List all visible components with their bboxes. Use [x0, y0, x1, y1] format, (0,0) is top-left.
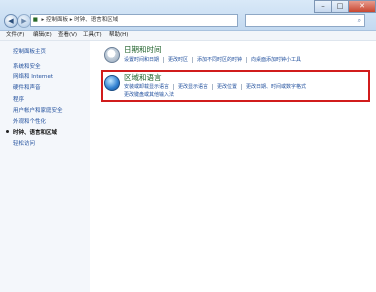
link-install-display-language[interactable]: 安装或卸载显示语言: [124, 83, 169, 90]
menu-file[interactable]: 文件(F): [6, 31, 24, 40]
close-button[interactable]: ✕: [348, 0, 376, 13]
sidebar-item-appearance[interactable]: 外观和个性化: [13, 117, 46, 125]
title-bar: ◀ ▶ ■ ▸ 控制面板 ▸ 时钟、语言和区域 ⌕ – □ ✕: [0, 0, 376, 31]
menu-help[interactable]: 帮助(H): [109, 31, 128, 40]
link-change-date-time-number-format[interactable]: 更改日期、时间或数字格式: [246, 83, 306, 90]
sidebar-item-home[interactable]: 控制面板主页: [13, 47, 46, 55]
link-change-keyboard-input[interactable]: 更改键盘或其他输入法: [124, 91, 174, 98]
link-change-location[interactable]: 更改位置: [217, 83, 237, 90]
minimize-button[interactable]: –: [314, 0, 332, 13]
link-add-clocks[interactable]: 添加不同时区的时钟: [197, 56, 242, 63]
link-change-display-language[interactable]: 更改显示语言: [178, 83, 208, 90]
sidebar-item-programs[interactable]: 程序: [13, 95, 24, 103]
menu-tools[interactable]: 工具(T): [83, 31, 102, 40]
clock-icon: [104, 47, 120, 63]
sidebar: 控制面板主页 系统和安全 网络和 Internet 硬件和声音 程序 用户帐户和…: [0, 41, 90, 292]
region-links-row1: 安装或卸载显示语言 更改显示语言 更改位置 更改日期、时间或数字格式: [124, 83, 306, 90]
maximize-button[interactable]: □: [331, 0, 349, 13]
menu-view[interactable]: 查看(V): [58, 31, 77, 40]
sidebar-item-system-security[interactable]: 系统和安全: [13, 62, 41, 70]
menu-bar: 文件(F) 编辑(E) 查看(V) 工具(T) 帮助(H): [0, 31, 376, 41]
breadcrumb-control-panel[interactable]: 控制面板: [46, 17, 68, 23]
section-title-datetime[interactable]: 日期和时间: [124, 44, 162, 55]
globe-icon: [104, 75, 120, 91]
separator: [192, 56, 194, 63]
link-change-timezone[interactable]: 更改时区: [168, 56, 188, 63]
sidebar-item-hardware[interactable]: 硬件和声音: [13, 83, 41, 91]
current-bullet-icon: [6, 130, 9, 133]
separator: [212, 83, 214, 90]
separator: [241, 83, 243, 90]
back-button[interactable]: ◀: [4, 14, 18, 28]
folder-icon: ■: [31, 17, 40, 23]
datetime-links: 设置时间和日期 更改时区 添加不同时区的时钟 向桌面添加时钟小工具: [124, 56, 301, 63]
address-bar[interactable]: ■ ▸ 控制面板 ▸ 时钟、语言和区域: [30, 14, 238, 27]
window-controls: – □ ✕: [314, 0, 376, 13]
sidebar-item-ease-of-access[interactable]: 轻松访问: [13, 139, 35, 147]
region-links-row2: 更改键盘或其他输入法: [124, 91, 174, 98]
separator: [173, 83, 175, 90]
link-add-clock-gadget[interactable]: 向桌面添加时钟小工具: [251, 56, 301, 63]
forward-button[interactable]: ▶: [17, 14, 31, 28]
sidebar-item-network[interactable]: 网络和 Internet: [13, 72, 53, 80]
search-input[interactable]: ⌕: [245, 14, 365, 27]
sidebar-item-clock-language-region[interactable]: 时钟、语言和区域: [13, 128, 57, 136]
breadcrumb-clock-language-region[interactable]: 时钟、语言和区域: [74, 17, 118, 23]
search-icon[interactable]: ⌕: [358, 15, 361, 26]
separator: [246, 56, 248, 63]
separator: [163, 56, 165, 63]
section-title-region-language[interactable]: 区域和语言: [124, 72, 162, 83]
menu-edit[interactable]: 编辑(E): [33, 31, 52, 40]
link-set-time-date[interactable]: 设置时间和日期: [124, 56, 159, 63]
sidebar-item-user-accounts[interactable]: 用户帐户和家庭安全: [13, 106, 63, 114]
